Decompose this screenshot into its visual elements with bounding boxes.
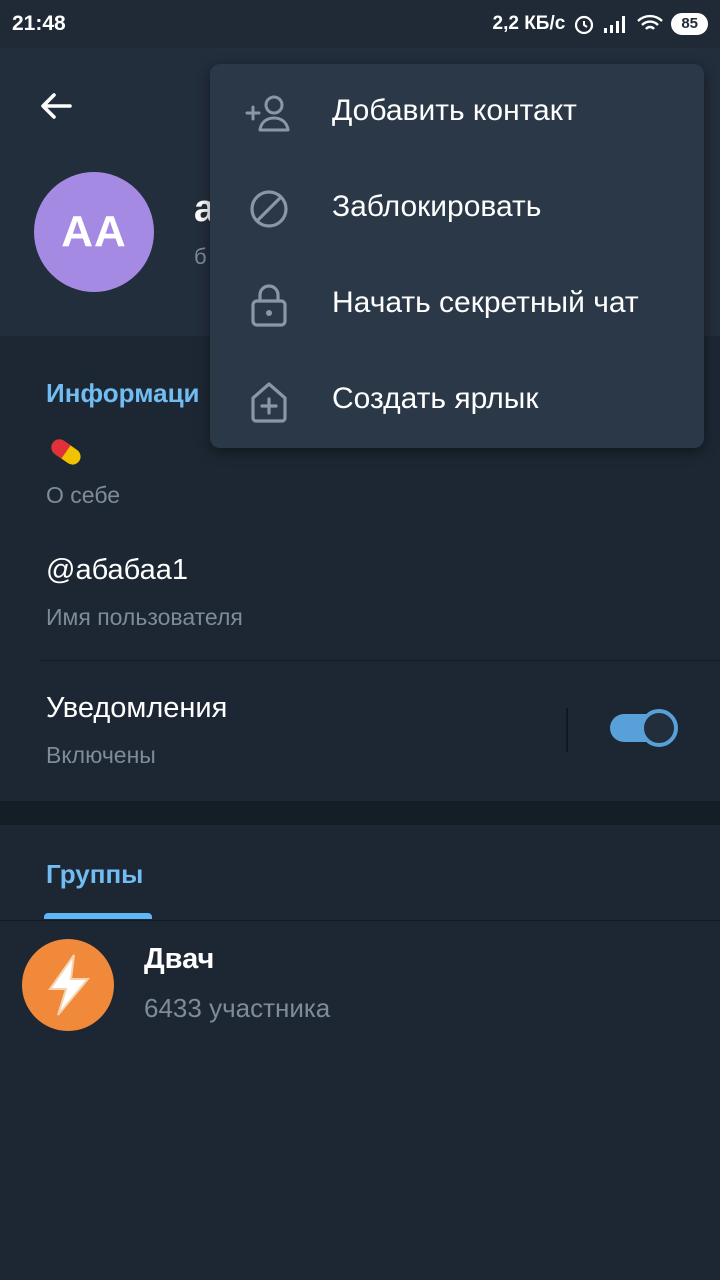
notifications-state: Включены bbox=[46, 742, 156, 768]
wifi-icon bbox=[637, 14, 664, 30]
menu-item-create-shortcut[interactable]: Создать ярлык bbox=[210, 352, 704, 448]
status-time: 21:48 bbox=[12, 12, 66, 35]
tab-groups[interactable]: Группы bbox=[46, 859, 143, 890]
toggle-knob bbox=[640, 709, 678, 747]
group-avatar bbox=[22, 939, 114, 1031]
username-label: Имя пользователя bbox=[46, 604, 243, 630]
lightning-icon bbox=[48, 954, 91, 1016]
avatar-initials: AA bbox=[61, 207, 127, 256]
menu-item-block[interactable]: Заблокировать bbox=[210, 160, 704, 256]
menu-item-add-contact[interactable]: Добавить контакт bbox=[210, 64, 704, 160]
battery-indicator: 85 bbox=[671, 13, 708, 35]
menu-item-label: Создать ярлык bbox=[332, 382, 539, 415]
lock-icon bbox=[251, 284, 287, 327]
menu-item-label: Начать секретный чат bbox=[332, 286, 639, 319]
add-contact-icon bbox=[245, 95, 290, 132]
status-bar: 21:48 2,2 КБ/с 85 bbox=[0, 0, 720, 48]
group-name: Двач bbox=[144, 943, 215, 975]
profile-avatar[interactable]: AA bbox=[34, 172, 154, 292]
overflow-menu: Добавить контакт Заблокировать Начать се… bbox=[210, 64, 704, 448]
bio-label: О себе bbox=[46, 482, 121, 508]
notifications-label[interactable]: Уведомления bbox=[46, 692, 227, 725]
tab-indicator bbox=[44, 913, 152, 919]
menu-item-label: Заблокировать bbox=[332, 190, 542, 223]
divider bbox=[40, 660, 720, 661]
section-gap bbox=[0, 801, 720, 825]
menu-item-secret-chat[interactable]: Начать секретный чат bbox=[210, 256, 704, 352]
list-item[interactable]: Двач 6433 участника bbox=[0, 925, 720, 1041]
pill-icon bbox=[51, 439, 81, 465]
add-shortcut-icon bbox=[251, 382, 287, 423]
username-value[interactable]: @абабаа1 bbox=[46, 554, 188, 587]
back-arrow-icon[interactable] bbox=[36, 86, 76, 126]
alarm-icon bbox=[575, 15, 594, 35]
groups-tab-bar: Группы bbox=[0, 825, 720, 921]
notifications-toggle[interactable] bbox=[610, 709, 678, 747]
groups-section: Группы Двач 6433 участника bbox=[0, 825, 720, 1280]
vertical-separator bbox=[566, 708, 568, 752]
profile-last-seen: б bbox=[194, 244, 207, 269]
status-indicators: 2,2 КБ/с 85 bbox=[493, 13, 708, 35]
block-icon bbox=[250, 190, 288, 228]
info-section-title: Информаци bbox=[46, 378, 200, 408]
menu-item-label: Добавить контакт bbox=[332, 94, 577, 127]
network-speed: 2,2 КБ/с bbox=[492, 13, 566, 34]
signal-icon bbox=[604, 16, 626, 33]
group-members: 6433 участника bbox=[144, 993, 331, 1023]
